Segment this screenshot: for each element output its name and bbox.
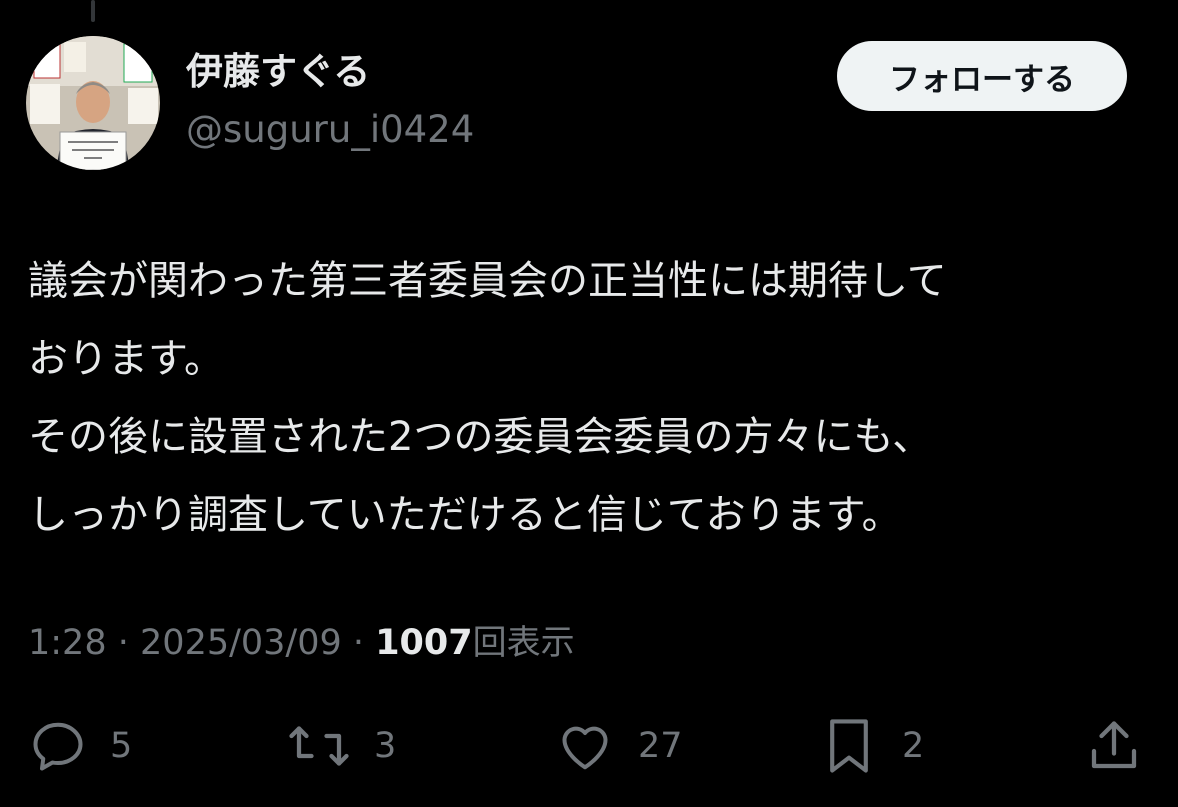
reply-button[interactable]: 5 xyxy=(28,710,132,782)
tweet-text-line: しっかり調査していただけると信じております。 xyxy=(28,492,902,538)
retweet-button[interactable]: 3 xyxy=(286,710,396,782)
bookmark-count: 2 xyxy=(902,726,925,766)
meta-separator: · xyxy=(117,623,129,663)
follow-button[interactable]: フォローする xyxy=(837,41,1127,111)
view-count-label: 回表示 xyxy=(472,623,575,663)
reply-icon xyxy=(33,722,83,771)
author-handle[interactable]: @suguru_i0424 xyxy=(186,108,474,152)
meta-separator: · xyxy=(352,623,365,663)
share-button[interactable] xyxy=(1084,710,1144,782)
thread-connector-line xyxy=(91,0,95,22)
avatar[interactable] xyxy=(26,36,160,170)
tweet-metadata: 1:28 · 2025/03/09 · 1007回表示 xyxy=(28,617,575,669)
heart-icon xyxy=(562,726,608,770)
retweet-icon xyxy=(289,726,349,766)
avatar-photo xyxy=(26,36,160,170)
author-name[interactable]: 伊藤すぐる xyxy=(186,50,370,94)
bookmark-icon xyxy=(830,719,868,773)
bookmark-button[interactable]: 2 xyxy=(818,710,924,782)
like-count: 27 xyxy=(638,726,683,766)
retweet-count: 3 xyxy=(374,726,397,766)
reply-count: 5 xyxy=(110,726,133,766)
tweet-text-line: おります。 xyxy=(28,336,224,382)
action-bar: 5 3 27 2 xyxy=(0,710,1178,782)
tweet-text-line: その後に設置された2つの委員会委員の方々にも、 xyxy=(28,414,933,460)
tweet-time[interactable]: 1:28 xyxy=(28,623,107,663)
tweet-date[interactable]: 2025/03/09 xyxy=(140,623,342,663)
view-count[interactable]: 1007 xyxy=(375,623,472,663)
tweet-text-line: 議会が関わった第三者委員会の正当性には期待して xyxy=(28,258,947,304)
like-button[interactable]: 27 xyxy=(554,710,683,782)
share-icon xyxy=(1091,721,1137,769)
tweet-text: 議会が関わった第三者委員会の正当性には期待して おります。 その後に設置された2… xyxy=(28,242,1153,554)
